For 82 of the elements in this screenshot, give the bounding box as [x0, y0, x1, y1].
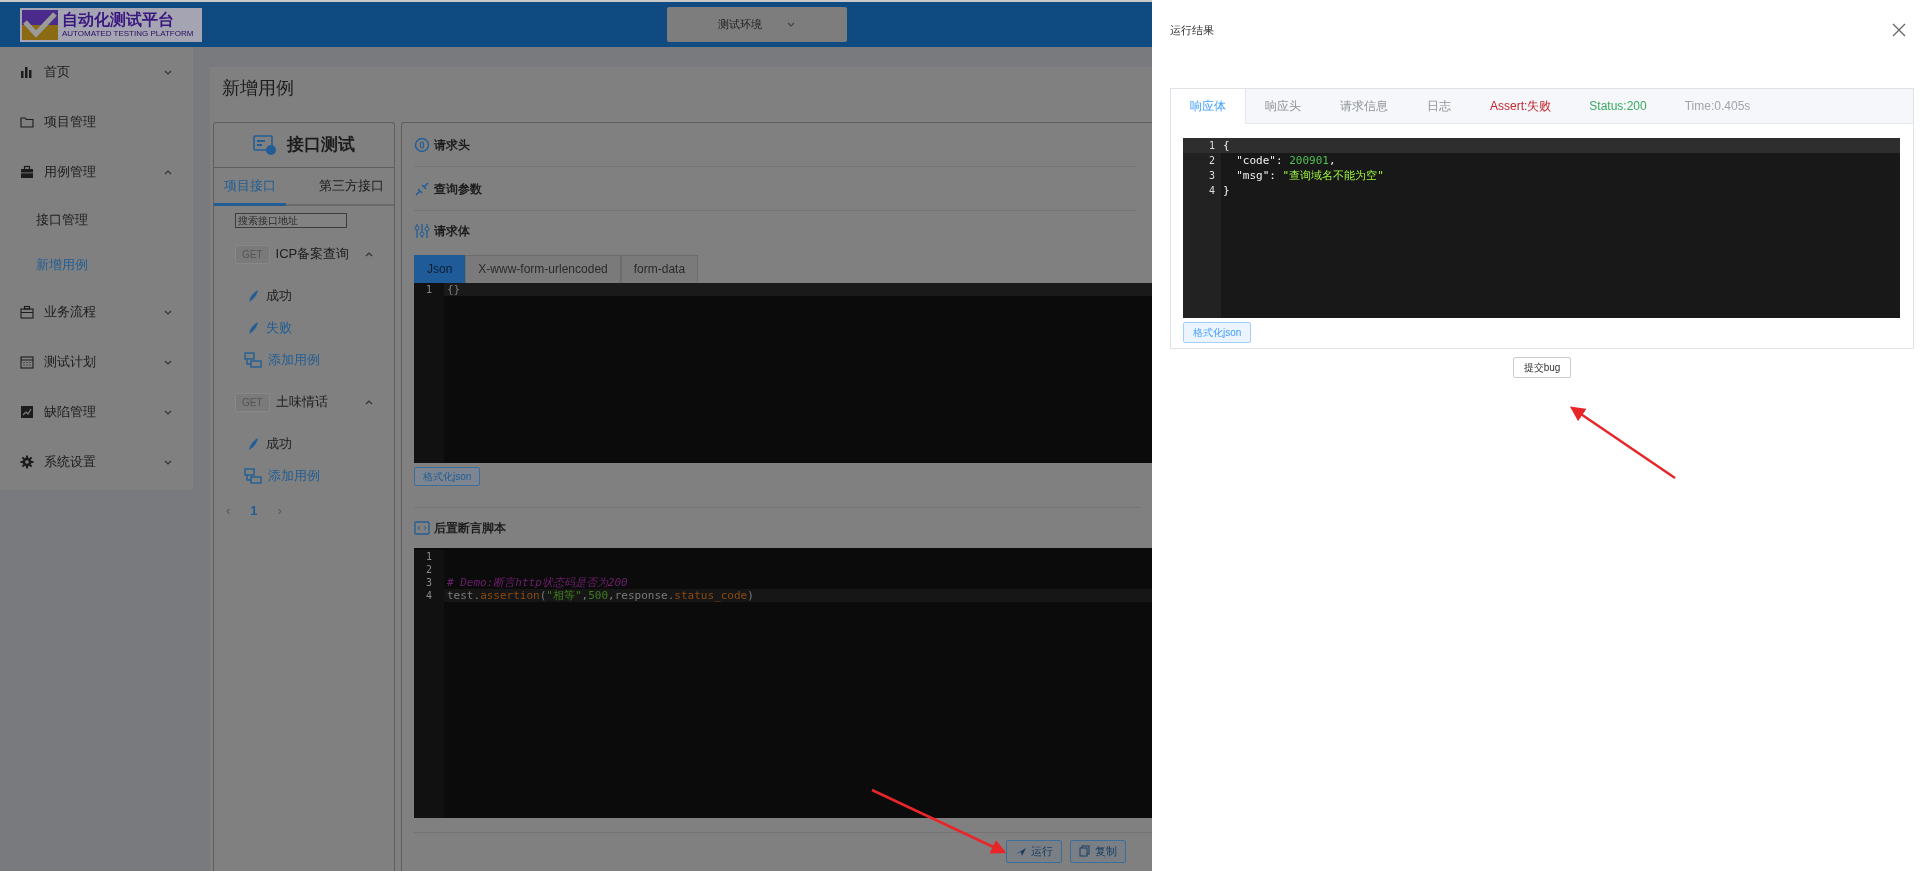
- status-label: Time:0.405s: [1683, 98, 1752, 115]
- sidebar-item[interactable]: 业务流程: [0, 287, 193, 337]
- feather-icon: [246, 321, 260, 335]
- line-number: 2: [1207, 154, 1216, 168]
- copy-button[interactable]: 复制: [1070, 840, 1126, 863]
- sidebar-subitem[interactable]: 新增用例: [0, 242, 193, 287]
- folder-icon: [20, 115, 34, 129]
- code-line: "msg": "查询域名不能为空": [1235, 168, 1385, 183]
- tab[interactable]: 响应头: [1246, 89, 1321, 123]
- line-number: 4: [1207, 184, 1216, 198]
- add-case-link[interactable]: 添加用例: [214, 460, 394, 492]
- close-icon: [1892, 23, 1906, 37]
- status-label: Status:200: [1588, 98, 1648, 115]
- line-number: 3: [1207, 169, 1216, 183]
- sidebar-item[interactable]: 系统设置: [0, 437, 193, 487]
- submit-bug-button[interactable]: 提交bug: [1512, 357, 1572, 378]
- code-line: "code": 200901,: [1235, 153, 1337, 168]
- tab[interactable]: form-data: [620, 255, 699, 283]
- case-item[interactable]: 成功: [214, 280, 394, 312]
- line-number: 2: [425, 563, 433, 576]
- sidebar-item[interactable]: 测试计划: [0, 337, 193, 387]
- run-button[interactable]: 运行: [1006, 840, 1062, 863]
- tab[interactable]: 响应体: [1171, 89, 1246, 124]
- search-field[interactable]: 搜索接口地址: [235, 213, 347, 228]
- case-item[interactable]: 失败: [214, 312, 394, 344]
- line-chart-icon: [20, 405, 34, 419]
- line-number: 1: [425, 283, 433, 296]
- page-title: 新增用例: [221, 77, 295, 100]
- drawer-title: 运行结果: [1170, 22, 1214, 38]
- sidebar-item[interactable]: 缺陷管理: [0, 387, 193, 437]
- code-icon: [414, 521, 430, 535]
- logo-title: 自动化测试平台: [62, 10, 175, 29]
- feather-icon: [246, 437, 260, 451]
- line-number: 3: [425, 576, 433, 589]
- sidebar-item[interactable]: 用例管理: [0, 147, 193, 197]
- sliders-icon: [414, 223, 430, 239]
- feather-icon: [246, 289, 260, 303]
- tab[interactable]: 日志: [1408, 89, 1471, 123]
- code-editor[interactable]: 1 2 3 4 # Demo:断言http状态码是否为200 test.assertion("相等",500,response.status_code): [414, 548, 1152, 818]
- send-icon: [1015, 845, 1027, 858]
- tab[interactable]: 请求信息: [1321, 89, 1408, 123]
- line-number: 4: [425, 589, 433, 602]
- section-title: 查询参数: [434, 180, 482, 198]
- tab[interactable]: 项目接口: [214, 168, 286, 206]
- flow-icon: [244, 468, 262, 484]
- format-json-button[interactable]: 格式化json: [1183, 322, 1252, 343]
- status-label: Assert:失败: [1489, 98, 1553, 115]
- copy-icon: [1079, 845, 1091, 858]
- line-number: 1: [1183, 138, 1221, 153]
- api-icon: [253, 134, 277, 156]
- logo-subtitle: AUTOMATED TESTING PLATFORM: [62, 28, 194, 39]
- bar-chart-icon: [20, 65, 34, 79]
- section-title: 后置断言脚本: [434, 520, 506, 537]
- code-line: # Demo:断言http状态码是否为200: [446, 576, 629, 589]
- sidebar-item[interactable]: 项目管理: [0, 97, 193, 147]
- sidebar-item[interactable]: 首页: [0, 47, 193, 97]
- section-title: 请求体: [434, 223, 470, 240]
- flow-icon: [244, 352, 262, 368]
- add-case-link[interactable]: 添加用例: [214, 344, 394, 376]
- code-editor[interactable]: 1 2 3 4 { "code": 200901, "msg": "查询域名不能为空" }: [1183, 138, 1900, 318]
- check-icon: [22, 9, 58, 40]
- code-line: }: [1222, 183, 1231, 198]
- tab[interactable]: Json: [414, 255, 466, 283]
- info-icon: [414, 136, 430, 153]
- line-number: 1: [425, 550, 433, 563]
- next-page-button[interactable]: ›: [277, 501, 282, 521]
- link-icon: [414, 180, 430, 197]
- tab[interactable]: X-www-form-urlencoded: [465, 255, 621, 283]
- previous-page-button[interactable]: ‹: [226, 501, 231, 521]
- format-json-button[interactable]: 格式化json: [414, 467, 481, 486]
- sidebar-subitem[interactable]: 接口管理: [0, 197, 193, 242]
- caret-icon: [786, 20, 796, 29]
- panel-title: 接口测试: [287, 134, 355, 157]
- environment-select[interactable]: 测试环境: [667, 7, 847, 42]
- briefcase-icon: [20, 305, 34, 319]
- calendar-icon: [20, 355, 34, 369]
- code-editor[interactable]: 1 {}: [414, 283, 1152, 463]
- tab[interactable]: 第三方接口: [309, 168, 394, 206]
- briefcase-icon: [20, 165, 34, 179]
- section-title: 请求头: [434, 136, 470, 154]
- case-item[interactable]: 成功: [214, 428, 394, 460]
- settings-icon: [20, 455, 34, 469]
